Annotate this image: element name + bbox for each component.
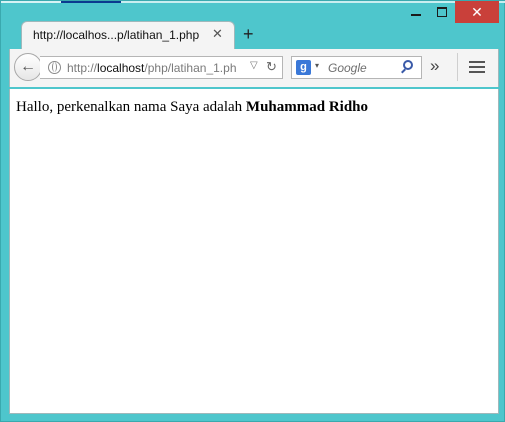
overflow-chevron-icon[interactable]: » bbox=[430, 56, 439, 76]
toolbar-divider bbox=[457, 53, 458, 81]
author-name: Muhammad Ridho bbox=[245, 99, 369, 115]
close-window-button[interactable]: ✕ bbox=[455, 1, 499, 23]
new-tab-button[interactable]: + bbox=[243, 24, 254, 45]
url-prefix: http:// bbox=[67, 61, 98, 75]
url-path: /php/latihan_1.php bbox=[144, 61, 237, 75]
greeting-text: Hallo, perkenalkan nama Saya adalah Muha… bbox=[16, 99, 368, 116]
navigation-toolbar: ← http://localhost/php/latihan_1.php ▽ ↻… bbox=[9, 49, 499, 87]
google-icon[interactable]: g bbox=[296, 60, 311, 75]
back-button[interactable]: ← bbox=[14, 53, 42, 81]
back-arrow-icon: ← bbox=[20, 58, 36, 75]
maximize-button[interactable] bbox=[429, 1, 455, 23]
close-icon: ✕ bbox=[471, 3, 483, 20]
search-engine-dropdown-icon[interactable]: ▾ bbox=[315, 61, 319, 70]
greeting-prefix: Hallo, perkenalkan nama Saya adalah bbox=[16, 99, 246, 115]
minimize-icon bbox=[411, 14, 421, 16]
tab-title: http://localhos...p/latihan_1.php bbox=[33, 28, 200, 42]
page-content: Hallo, perkenalkan nama Saya adalah Muha… bbox=[9, 89, 499, 414]
address-bar[interactable]: http://localhost/php/latihan_1.php ▽ ↻ bbox=[40, 56, 283, 79]
url-text[interactable]: http://localhost/php/latihan_1.php bbox=[67, 61, 237, 75]
tab-latihan-1[interactable]: http://localhos...p/latihan_1.php ✕ bbox=[21, 21, 235, 49]
search-icon[interactable] bbox=[403, 60, 413, 70]
reload-icon[interactable]: ↻ bbox=[266, 59, 277, 75]
maximize-icon bbox=[437, 7, 447, 17]
globe-icon bbox=[48, 61, 61, 74]
search-placeholder: Google bbox=[328, 61, 367, 75]
history-dropdown-icon[interactable]: ▽ bbox=[250, 60, 258, 71]
hamburger-menu-icon[interactable] bbox=[469, 61, 485, 76]
tab-close-icon[interactable]: ✕ bbox=[212, 26, 223, 42]
url-host: localhost bbox=[97, 61, 145, 75]
minimize-button[interactable] bbox=[403, 1, 429, 23]
search-box[interactable]: g ▾ Google bbox=[291, 56, 422, 79]
browser-window: ✕ http://localhos...p/latihan_1.php ✕ + … bbox=[0, 0, 505, 422]
